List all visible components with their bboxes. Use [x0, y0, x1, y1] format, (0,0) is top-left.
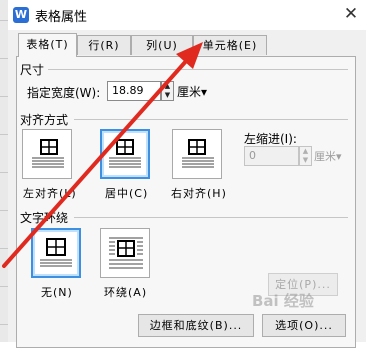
tab-cell[interactable]: 单元格(E)	[193, 35, 267, 55]
align-right-label[interactable]: 右对齐(H)	[171, 185, 227, 201]
align-left-option[interactable]	[22, 129, 72, 179]
align-center-option[interactable]	[100, 129, 150, 179]
align-center-icon	[109, 139, 141, 168]
align-left-label[interactable]: 左对齐(L)	[23, 185, 77, 201]
left-indent-input[interactable]: 0	[244, 146, 299, 166]
wrap-none-icon	[40, 238, 72, 267]
wrap-around-icon	[109, 237, 143, 269]
wps-writer-icon: W	[13, 7, 29, 23]
wrap-none-option[interactable]	[31, 228, 81, 278]
title-bar: W 表格属性 ✕	[8, 0, 366, 30]
align-right-icon	[182, 139, 214, 168]
tab-column[interactable]: 列(U)	[131, 35, 193, 55]
wrap-around-label[interactable]: 环绕(A)	[104, 284, 147, 300]
size-group-label: 尺寸	[20, 63, 45, 77]
width-unit-dropdown[interactable]: 厘米▾	[177, 83, 207, 100]
width-label: 指定宽度(W):	[27, 86, 101, 100]
left-indent-unit-dropdown[interactable]: 厘米▾	[314, 148, 342, 164]
alignment-group-label: 对齐方式	[20, 113, 69, 127]
tab-table[interactable]: 表格(T)	[18, 33, 77, 57]
wrap-around-option[interactable]	[100, 228, 150, 278]
watermark: Bai 经验	[252, 292, 314, 310]
size-divider	[48, 69, 348, 70]
width-input[interactable]: 18.89	[107, 81, 161, 101]
borders-shading-button[interactable]: 边框和底纹(B)...	[138, 314, 254, 337]
align-right-option[interactable]	[172, 129, 222, 179]
left-indent-spinner[interactable]: ▲ ▼	[299, 146, 312, 166]
align-center-label[interactable]: 居中(C)	[105, 185, 148, 201]
width-spinner[interactable]: ▲ ▼	[161, 81, 174, 101]
align-left-icon	[32, 139, 64, 168]
left-indent-label: 左缩进(I):	[244, 132, 297, 146]
wrapping-group-label: 文字环绕	[20, 211, 69, 225]
close-icon[interactable]: ✕	[336, 0, 366, 30]
alignment-divider	[74, 119, 348, 120]
wrap-none-label[interactable]: 无(N)	[41, 284, 73, 300]
tab-row[interactable]: 行(R)	[77, 35, 131, 55]
dialog-title: 表格属性	[35, 10, 88, 25]
wrapping-divider	[74, 217, 348, 218]
options-button[interactable]: 选项(O)...	[262, 314, 346, 337]
